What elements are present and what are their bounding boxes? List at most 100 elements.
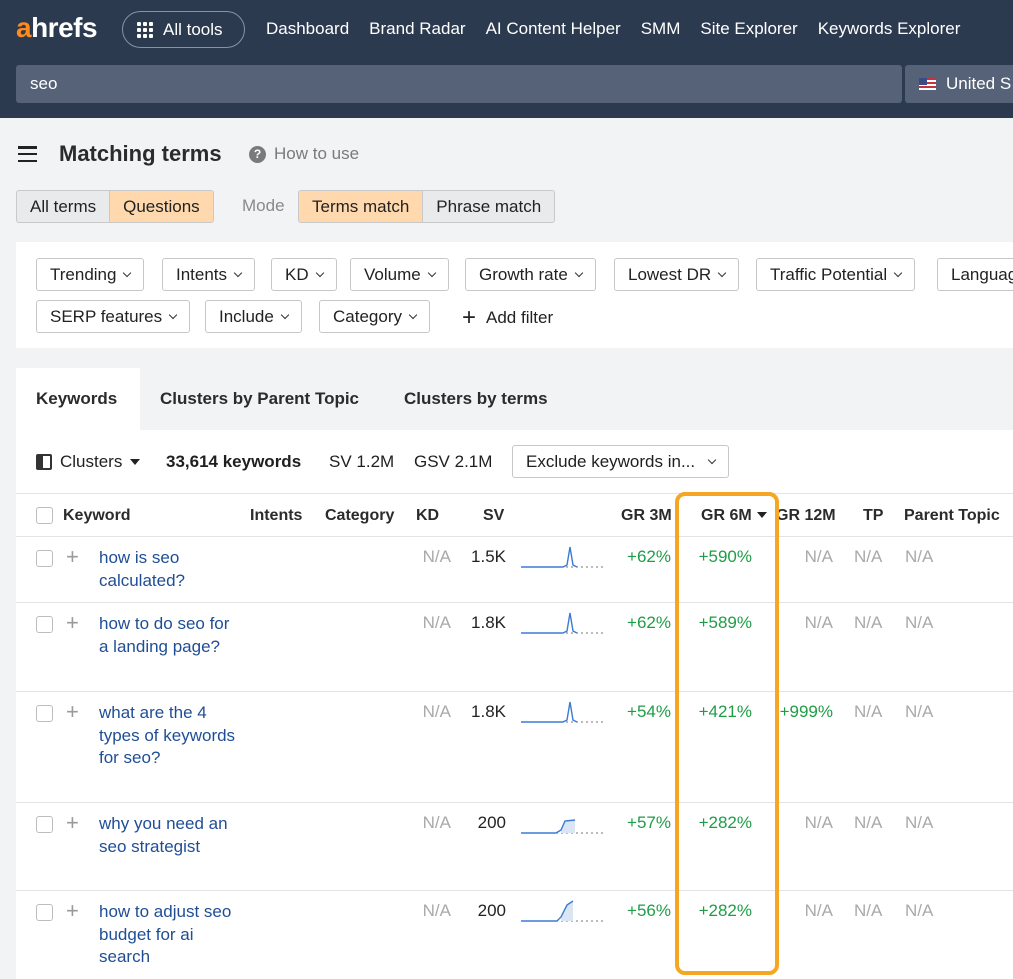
terms-match-button[interactable]: Terms match: [299, 191, 424, 222]
col-parent-topic[interactable]: Parent Topic: [904, 507, 1000, 525]
tab-clusters-by-terms[interactable]: Clusters by terms: [404, 368, 548, 430]
filter-include[interactable]: Include: [205, 300, 302, 333]
help-icon: ?: [249, 145, 266, 163]
col-gr-12m[interactable]: GR 12M: [776, 507, 836, 525]
sparkline-line: [521, 612, 578, 634]
gr-3m-value: +56%: [627, 901, 671, 920]
chevron-down-icon: [315, 268, 324, 278]
questions-button[interactable]: Questions: [110, 191, 213, 222]
keyword-link[interactable]: what are the 4 types of keywords for seo…: [99, 702, 239, 770]
filter-volume[interactable]: Volume: [350, 258, 449, 291]
row-checkbox[interactable]: [36, 705, 53, 722]
parent-topic-value: N/A: [905, 901, 934, 920]
sv-value: 200: [477, 813, 506, 832]
row-checkbox[interactable]: [36, 550, 53, 567]
logo-text: hrefs: [31, 12, 98, 43]
filter-lowest-dr[interactable]: Lowest DR: [614, 258, 740, 291]
col-keyword[interactable]: Keyword: [63, 507, 131, 525]
keyword-link[interactable]: why you need an seo strategist: [99, 813, 239, 858]
chevron-down-icon: [893, 268, 903, 278]
all-terms-button[interactable]: All terms: [17, 191, 111, 222]
filter-traffic-potential[interactable]: Traffic Potential: [756, 258, 916, 291]
add-to-list-icon[interactable]: +: [66, 612, 79, 634]
parent-topic-value: N/A: [905, 702, 934, 721]
phrase-match-button[interactable]: Phrase match: [423, 191, 554, 222]
add-to-list-icon[interactable]: +: [66, 546, 79, 568]
keyword-link[interactable]: how is seo calculated?: [99, 547, 239, 592]
sv-value: 1.5K: [471, 547, 506, 566]
tab-keywords[interactable]: Keywords: [16, 368, 140, 430]
kd-value: N/A: [422, 613, 451, 632]
nav-ai-content-helper[interactable]: AI Content Helper: [486, 19, 621, 39]
filter-kd[interactable]: KD: [271, 258, 337, 291]
clusters-label: Clusters: [60, 452, 123, 471]
sparkline-line: [521, 546, 578, 568]
trend-sparkline[interactable]: [521, 811, 603, 837]
trend-sparkline[interactable]: [521, 611, 603, 637]
row-checkbox[interactable]: [36, 816, 53, 833]
filter-serp-features[interactable]: SERP features: [36, 300, 191, 333]
add-to-list-icon[interactable]: +: [66, 900, 79, 922]
keyword-link[interactable]: how to do seo for a landing page?: [99, 613, 239, 658]
chevron-down-icon: [123, 268, 132, 278]
row-checkbox[interactable]: [36, 904, 53, 921]
gr-3m-value: +62%: [627, 613, 671, 632]
nav-site-explorer[interactable]: Site Explorer: [700, 19, 797, 39]
results-toolbar: Clusters 33,614 keywords SV 1.2M GSV 2.1…: [16, 430, 1013, 493]
sidebar-panel-icon: [36, 454, 52, 470]
term-type-toggle: All terms Questions: [16, 190, 214, 223]
add-filter-button[interactable]: + Add filter: [462, 306, 553, 330]
filter-language[interactable]: Languag: [937, 258, 1013, 291]
filter-category[interactable]: Category: [319, 300, 430, 333]
how-to-use-label: How to use: [274, 144, 360, 163]
sparkline-line: [521, 701, 578, 723]
how-to-use-link[interactable]: ? How to use: [249, 144, 359, 164]
nav-keywords-explorer[interactable]: Keywords Explorer: [818, 19, 961, 39]
row-checkbox[interactable]: [36, 616, 53, 633]
clusters-dropdown[interactable]: Clusters: [36, 452, 141, 472]
all-tools-label: All tools: [163, 19, 223, 39]
nav-smm[interactable]: SMM: [641, 19, 681, 39]
chevron-down-icon: [168, 310, 178, 320]
match-mode-toggle: Terms match Phrase match: [298, 190, 556, 223]
tab-clusters-by-parent-topic[interactable]: Clusters by Parent Topic: [160, 368, 359, 430]
col-gr-6m[interactable]: GR 6M: [701, 507, 767, 525]
trend-sparkline[interactable]: [521, 899, 603, 925]
col-tp[interactable]: TP: [863, 507, 883, 525]
chevron-down-icon: [408, 310, 418, 320]
keyword-link[interactable]: how to adjust seo budget for ai search: [99, 901, 239, 969]
gr-12m-value: N/A: [804, 901, 833, 920]
us-flag-icon: [919, 78, 936, 90]
col-gr-3m[interactable]: GR 3M: [621, 507, 672, 525]
gr-12m-value: N/A: [804, 547, 833, 566]
col-kd[interactable]: KD: [416, 507, 439, 525]
col-intents[interactable]: Intents: [250, 507, 302, 525]
col-sv[interactable]: SV: [483, 507, 504, 525]
filter-trending[interactable]: Trending: [36, 258, 145, 291]
select-all-checkbox[interactable]: [36, 507, 53, 524]
filter-growth-rate[interactable]: Growth rate: [465, 258, 596, 291]
menu-icon[interactable]: [18, 146, 37, 162]
all-tools-button[interactable]: All tools: [122, 11, 245, 48]
nav-dashboard[interactable]: Dashboard: [266, 19, 349, 39]
sort-desc-icon: [756, 512, 767, 518]
ahrefs-logo[interactable]: ahrefs: [16, 12, 98, 44]
trend-sparkline[interactable]: [521, 700, 603, 726]
add-to-list-icon[interactable]: +: [66, 701, 79, 723]
table-row: + how to adjust seo budget for ai search…: [16, 891, 1013, 979]
chevron-down-icon: [574, 268, 584, 278]
country-select[interactable]: United S: [905, 65, 1013, 103]
chevron-down-icon: [707, 455, 717, 465]
add-to-list-icon[interactable]: +: [66, 812, 79, 834]
nav-brand-radar[interactable]: Brand Radar: [369, 19, 465, 39]
add-filter-label: Add filter: [486, 308, 554, 327]
tp-value: N/A: [854, 547, 883, 566]
tp-value: N/A: [854, 702, 883, 721]
keyword-search-input[interactable]: seo: [16, 65, 902, 103]
col-category[interactable]: Category: [325, 507, 394, 525]
trend-sparkline[interactable]: [521, 545, 603, 571]
mode-label: Mode: [242, 196, 285, 215]
filter-intents[interactable]: Intents: [162, 258, 256, 291]
gr-6m-value: +590%: [698, 547, 752, 566]
exclude-keywords-button[interactable]: Exclude keywords in...: [512, 445, 730, 478]
